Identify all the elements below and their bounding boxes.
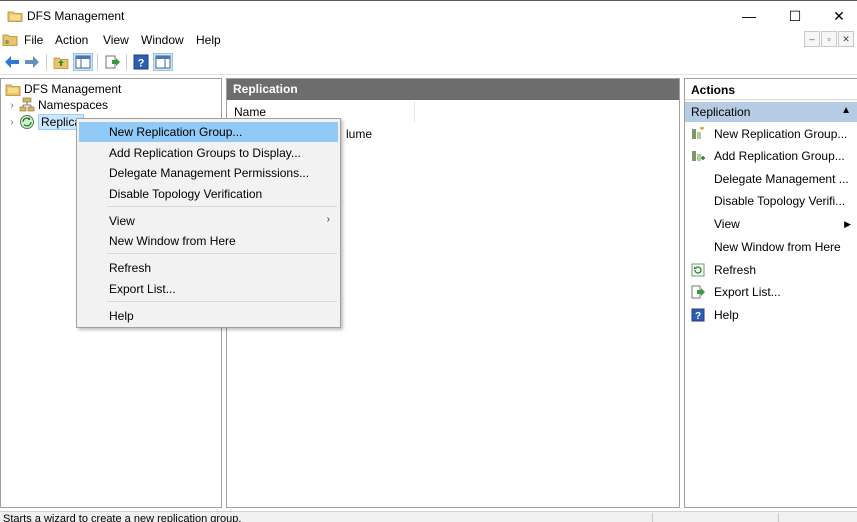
actions-pane-title: Actions [685, 79, 857, 100]
action-refresh[interactable]: Refresh [685, 260, 857, 280]
action-label: Export List... [714, 285, 781, 299]
action-label: Disable Topology Verifi... [714, 194, 846, 208]
ctx-delegate-management-permissions[interactable]: Delegate Management Permissions... [79, 163, 338, 183]
dfs-management-menu-icon[interactable] [2, 32, 18, 47]
action-label: Help [714, 308, 739, 322]
actions-section-label: Replication [691, 105, 751, 119]
toolbar-separator [126, 54, 127, 70]
action-label: New Window from Here [714, 240, 841, 254]
status-bar: Starts a wizard to create a new replicat… [0, 511, 857, 522]
menu-action[interactable]: Action [55, 33, 88, 47]
mdi-restore-button[interactable]: ▫ [821, 31, 837, 47]
tree-item-namespaces[interactable]: › Namespaces [7, 97, 108, 113]
export-list-icon [690, 284, 706, 300]
mdi-minimize-button[interactable]: – [804, 31, 820, 47]
context-menu: New Replication Group... Add Replication… [76, 118, 341, 328]
action-delegate-management[interactable]: Delegate Management ... [685, 169, 857, 189]
show-hide-action-pane-icon[interactable] [153, 53, 173, 71]
submenu-arrow-icon: › [326, 214, 330, 225]
menu-view[interactable]: View [103, 33, 129, 47]
menu-file[interactable]: File [24, 33, 43, 47]
action-help[interactable]: ? Help [685, 305, 857, 325]
close-button[interactable]: ✕ [816, 1, 857, 31]
menu-help[interactable]: Help [196, 33, 221, 47]
dfs-management-icon [5, 84, 21, 96]
back-icon[interactable] [2, 53, 22, 71]
title-bar: DFS Management — ☐ ✕ [0, 0, 857, 30]
svg-text:?: ? [695, 311, 701, 322]
menu-window[interactable]: Window [141, 33, 184, 47]
actions-section-header[interactable]: Replication ▲ [685, 102, 857, 122]
menu-separator [107, 301, 337, 302]
expand-chevron-icon[interactable]: › [7, 117, 17, 128]
ctx-disable-topology-verification[interactable]: Disable Topology Verification [79, 184, 338, 204]
ctx-view-label: View [109, 214, 135, 228]
mdi-close-button[interactable]: ✕ [838, 31, 854, 47]
ctx-export-list[interactable]: Export List... [79, 279, 338, 299]
action-label: New Replication Group... [714, 127, 848, 141]
toolbar-separator [97, 54, 98, 70]
refresh-icon [690, 262, 706, 278]
new-replication-group-icon [690, 126, 706, 142]
action-new-replication-group[interactable]: New Replication Group... [685, 124, 857, 144]
menu-separator [107, 206, 337, 207]
status-bar-pane [778, 513, 779, 522]
dfs-management-icon [7, 11, 23, 22]
action-new-window-from-here[interactable]: New Window from Here [685, 237, 857, 257]
add-replication-group-icon [690, 148, 706, 164]
action-label: Add Replication Group... [714, 149, 845, 163]
menu-separator [107, 253, 337, 254]
status-text: Starts a wizard to create a new replicat… [3, 513, 242, 522]
collapse-arrow-icon[interactable]: ▲ [841, 105, 851, 116]
action-disable-topology-verification[interactable]: Disable Topology Verifi... [685, 191, 857, 211]
action-export-list[interactable]: Export List... [685, 282, 857, 302]
ctx-add-replication-groups[interactable]: Add Replication Groups to Display... [79, 143, 338, 163]
action-label: Refresh [714, 263, 757, 277]
action-label: Delegate Management ... [714, 172, 849, 186]
help-icon[interactable]: ? [131, 53, 151, 71]
mdi-controls: – ▫ ✕ [803, 31, 854, 49]
show-hide-tree-icon[interactable] [73, 53, 93, 71]
minimize-button[interactable]: — [726, 1, 772, 31]
toolbar-separator [46, 54, 47, 70]
menu-bar: File Action View Window Help – ▫ ✕ [0, 30, 857, 50]
ctx-help[interactable]: Help [79, 306, 338, 326]
help-icon: ? [690, 307, 706, 323]
expand-chevron-icon[interactable]: › [7, 100, 17, 111]
tree-root-label: DFS Management [24, 82, 122, 96]
maximize-button[interactable]: ☐ [772, 1, 818, 31]
tree-item-root[interactable]: DFS Management [5, 81, 121, 97]
action-add-replication-group[interactable]: Add Replication Group... [685, 146, 857, 166]
submenu-arrow-icon: ▶ [844, 218, 851, 229]
replication-icon [20, 115, 34, 129]
ctx-view[interactable]: View › [79, 211, 338, 231]
toolbar: ? [0, 50, 857, 75]
ctx-new-window-from-here[interactable]: New Window from Here [79, 231, 338, 251]
action-label: View [714, 217, 740, 231]
forward-icon[interactable] [22, 53, 42, 71]
export-list-icon[interactable] [102, 53, 122, 71]
actions-pane: Actions Replication ▲ New Replication Gr… [684, 78, 857, 508]
results-pane-title: Replication [227, 79, 679, 100]
up-folder-icon[interactable] [51, 53, 71, 71]
tree-namespaces-label: Namespaces [38, 98, 109, 112]
namespaces-icon [19, 97, 35, 112]
svg-text:?: ? [138, 58, 145, 70]
window-title: DFS Management [27, 9, 125, 23]
status-bar-pane [652, 513, 653, 522]
action-view[interactable]: View ▶ [685, 214, 857, 234]
ctx-new-replication-group[interactable]: New Replication Group... [79, 122, 338, 142]
tree-item-replication[interactable]: › Replica [7, 114, 85, 130]
ctx-refresh[interactable]: Refresh [79, 258, 338, 278]
